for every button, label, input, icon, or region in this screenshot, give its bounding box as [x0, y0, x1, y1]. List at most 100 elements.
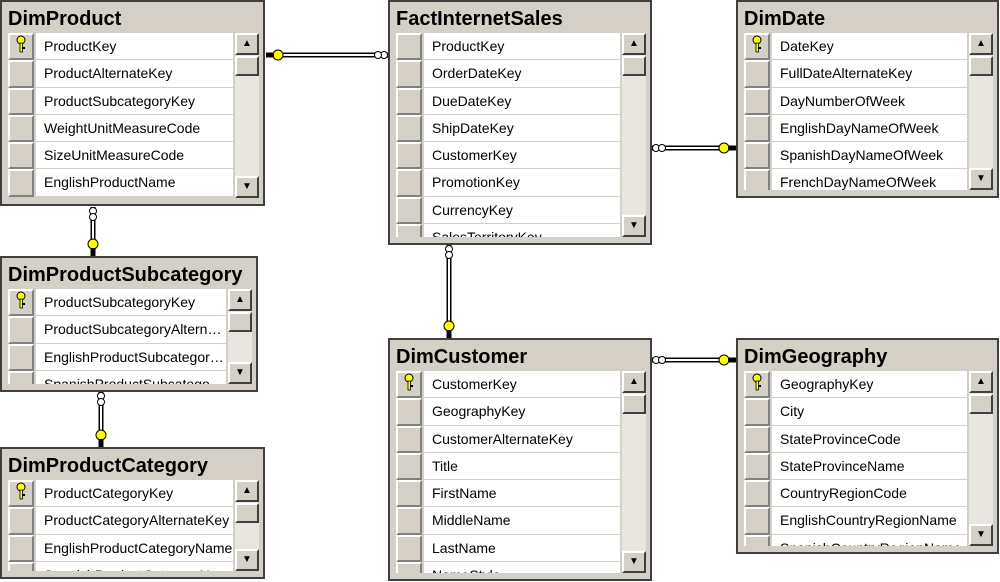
row-selector[interactable]: [744, 452, 770, 481]
table-dimgeography[interactable]: DimGeography GeographyKey City StateProvin…: [736, 338, 999, 554]
column-row[interactable]: SpanishProductSubcategoryName: [8, 370, 226, 384]
row-selector[interactable]: [8, 507, 34, 535]
column-row[interactable]: MiddleName: [396, 507, 620, 535]
column-row[interactable]: FirstName: [396, 480, 620, 508]
table-factinternetsales[interactable]: FactInternetSales ProductKey OrderDateKey…: [388, 0, 652, 245]
table-dimproductcategory[interactable]: DimProductCategory ProductCategoryKey Pro…: [0, 447, 265, 579]
column-row[interactable]: DayNumberOfWeek: [744, 87, 967, 115]
scroll-down-button[interactable]: ▼: [235, 549, 259, 571]
column-row[interactable]: StateProvinceCode: [744, 425, 967, 453]
scroll-thumb[interactable]: [235, 503, 259, 523]
column-row[interactable]: EnglishCountryRegionName: [744, 507, 967, 535]
table-title[interactable]: DimGeography: [738, 340, 997, 371]
row-selector[interactable]: [744, 33, 770, 61]
column-row[interactable]: Title: [396, 452, 620, 481]
column-row[interactable]: CustomerKey: [396, 142, 620, 170]
column-row[interactable]: CustomerKey: [396, 371, 620, 399]
scroll-thumb[interactable]: [228, 312, 252, 332]
scroll-thumb[interactable]: [235, 56, 259, 76]
scroll-up-button[interactable]: ▲: [622, 371, 646, 393]
scrollbar[interactable]: ▲ ▼: [235, 33, 259, 198]
table-title[interactable]: DimProduct: [2, 2, 263, 33]
column-row[interactable]: ProductCategoryAlternateKey: [8, 507, 233, 535]
row-selector[interactable]: [8, 114, 34, 143]
row-selector[interactable]: [396, 534, 422, 563]
table-title[interactable]: DimCustomer: [390, 340, 650, 371]
row-selector[interactable]: [744, 87, 770, 115]
table-dimdate[interactable]: DimDate DateKey FullDateAlternateKey DayNu…: [736, 0, 999, 198]
row-selector[interactable]: [8, 87, 34, 115]
column-row[interactable]: DateKey: [744, 33, 967, 61]
row-selector[interactable]: [396, 371, 422, 399]
row-selector[interactable]: [396, 196, 422, 225]
column-row[interactable]: ProductSubcategoryKey: [8, 87, 233, 115]
table-title[interactable]: DimProductSubcategory: [2, 258, 256, 289]
table-dimproduct[interactable]: DimProduct ProductKey ProductAlternateKey…: [0, 0, 265, 206]
column-row[interactable]: SpanishDayNameOfWeek: [744, 142, 967, 170]
row-selector[interactable]: [8, 169, 34, 197]
column-row[interactable]: EnglishProductCategoryName: [8, 534, 233, 562]
column-row[interactable]: EnglishProductName: [8, 169, 233, 197]
column-row[interactable]: DueDateKey: [396, 87, 620, 115]
scroll-thumb[interactable]: [969, 56, 993, 76]
row-selector[interactable]: [8, 33, 34, 61]
row-selector[interactable]: [8, 142, 34, 170]
scroll-down-button[interactable]: ▼: [969, 168, 993, 190]
scroll-thumb[interactable]: [622, 56, 646, 76]
scrollbar[interactable]: ▲ ▼: [235, 480, 259, 571]
row-selector[interactable]: [744, 425, 770, 453]
row-selector[interactable]: [396, 425, 422, 453]
row-selector[interactable]: [744, 534, 770, 546]
scrollbar[interactable]: ▲ ▼: [622, 371, 646, 573]
column-row[interactable]: EnglishProductSubcategoryName: [8, 343, 226, 371]
row-selector[interactable]: [396, 480, 422, 508]
column-row[interactable]: NameStyle: [396, 562, 620, 573]
table-title[interactable]: FactInternetSales: [390, 2, 650, 33]
row-selector[interactable]: [396, 507, 422, 535]
row-selector[interactable]: [8, 534, 34, 562]
column-row[interactable]: ProductAlternateKey: [8, 60, 233, 88]
column-row[interactable]: SalesTerritoryKey: [396, 224, 620, 237]
row-selector[interactable]: [8, 316, 34, 344]
column-row[interactable]: OrderDateKey: [396, 60, 620, 88]
row-selector[interactable]: [744, 142, 770, 170]
row-selector[interactable]: [744, 114, 770, 143]
scroll-thumb[interactable]: [969, 394, 993, 414]
scrollbar[interactable]: ▲ ▼: [228, 289, 252, 384]
column-row[interactable]: SizeUnitMeasureCode: [8, 142, 233, 170]
column-row[interactable]: ProductKey: [396, 33, 620, 61]
column-row[interactable]: ProductKey: [8, 33, 233, 61]
row-selector[interactable]: [396, 562, 422, 573]
column-row[interactable]: EnglishDayNameOfWeek: [744, 114, 967, 143]
scroll-down-button[interactable]: ▼: [969, 524, 993, 546]
column-row[interactable]: ProductSubcategoryAlternateKey: [8, 316, 226, 344]
scroll-up-button[interactable]: ▲: [235, 33, 259, 55]
column-row[interactable]: ProductCategoryKey: [8, 480, 233, 508]
row-selector[interactable]: [8, 480, 34, 508]
column-row[interactable]: WeightUnitMeasureCode: [8, 114, 233, 143]
scrollbar[interactable]: ▲ ▼: [969, 371, 993, 546]
table-title[interactable]: DimDate: [738, 2, 997, 33]
row-selector[interactable]: [396, 398, 422, 426]
row-selector[interactable]: [8, 289, 34, 317]
row-selector[interactable]: [396, 142, 422, 170]
scroll-up-button[interactable]: ▲: [622, 33, 646, 55]
scroll-down-button[interactable]: ▼: [622, 215, 646, 237]
column-row[interactable]: GeographyKey: [744, 371, 967, 399]
table-title[interactable]: DimProductCategory: [2, 449, 263, 480]
row-selector[interactable]: [396, 169, 422, 197]
scroll-down-button[interactable]: ▼: [228, 362, 252, 384]
row-selector[interactable]: [8, 370, 34, 384]
row-selector[interactable]: [396, 452, 422, 481]
column-row[interactable]: CustomerAlternateKey: [396, 425, 620, 453]
row-selector[interactable]: [744, 507, 770, 535]
row-selector[interactable]: [396, 60, 422, 88]
row-selector[interactable]: [396, 33, 422, 61]
column-row[interactable]: CountryRegionCode: [744, 480, 967, 508]
scroll-down-button[interactable]: ▼: [622, 551, 646, 573]
column-row[interactable]: CurrencyKey: [396, 196, 620, 225]
row-selector[interactable]: [8, 60, 34, 88]
scrollbar[interactable]: ▲ ▼: [969, 33, 993, 190]
column-row[interactable]: FullDateAlternateKey: [744, 60, 967, 88]
column-row[interactable]: GeographyKey: [396, 398, 620, 426]
